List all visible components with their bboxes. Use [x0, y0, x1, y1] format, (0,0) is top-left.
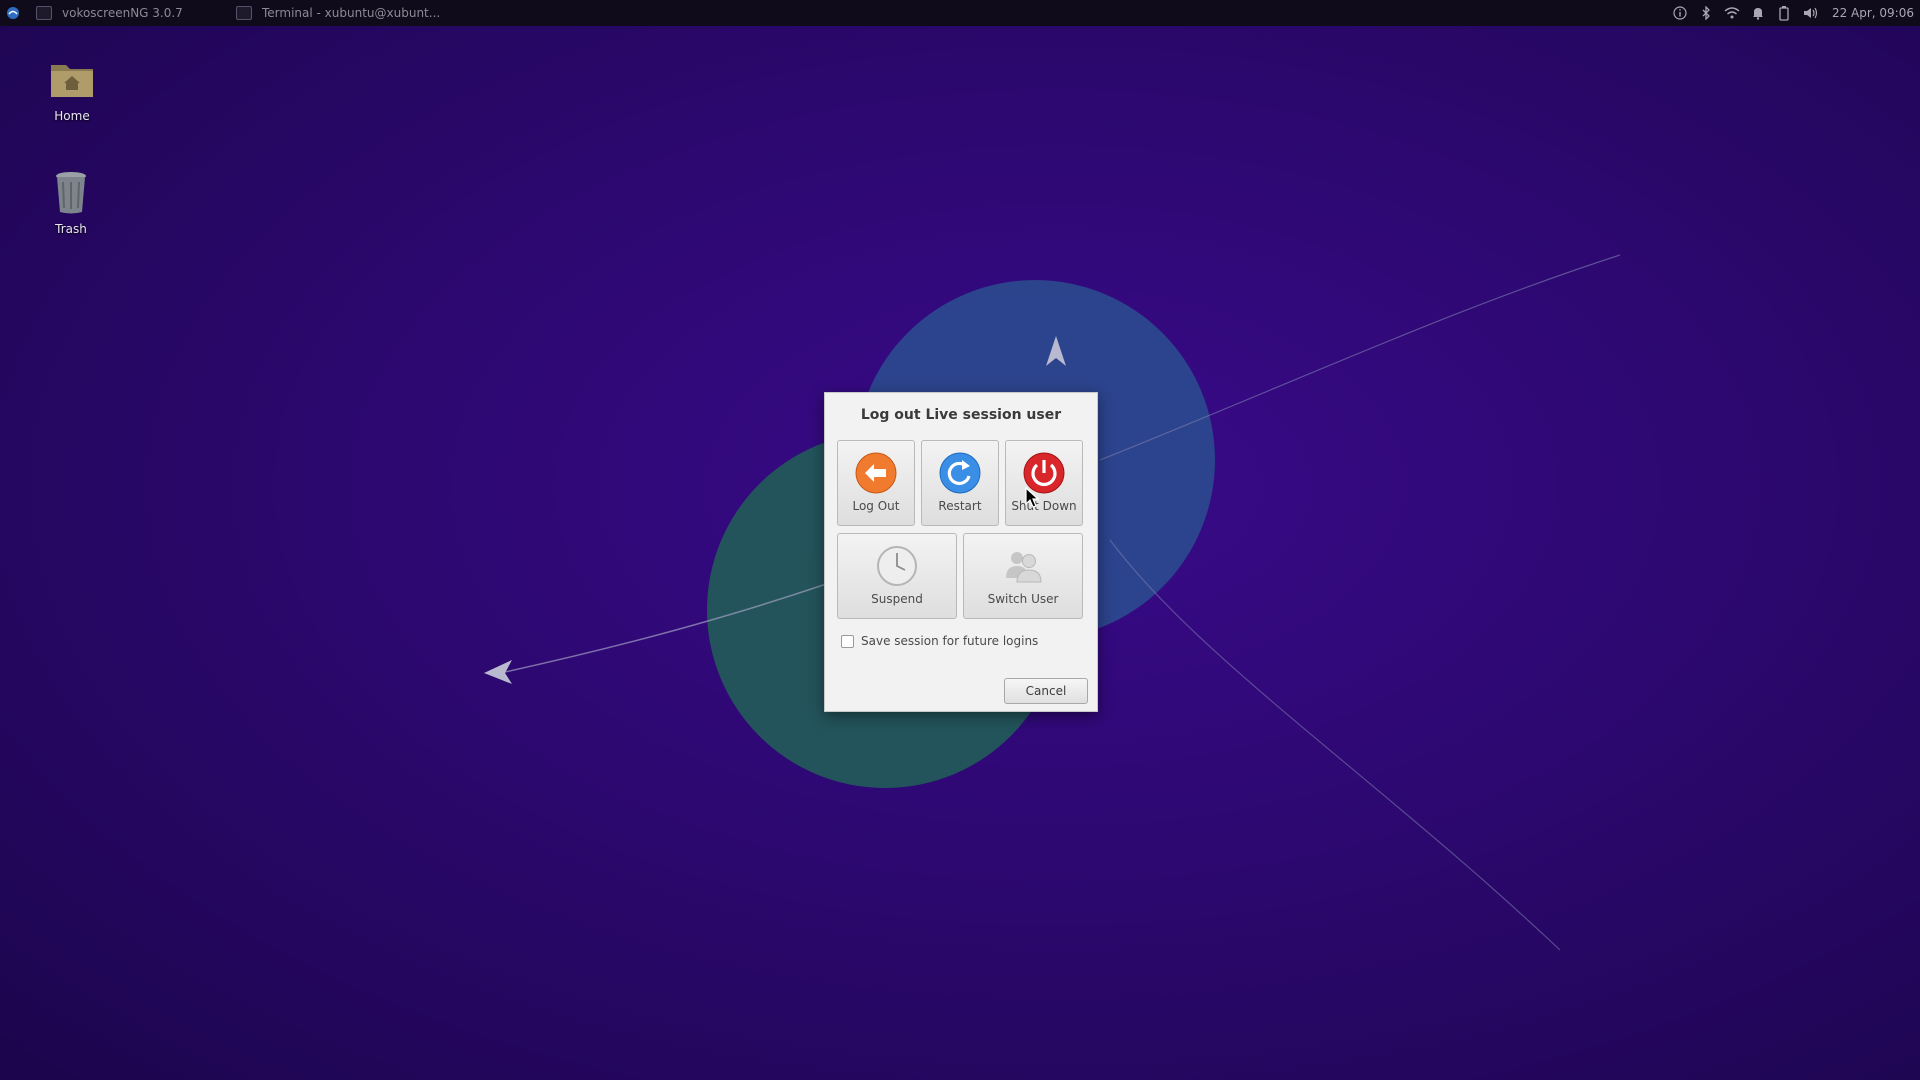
shut-down-button[interactable]: Shut Down	[1005, 440, 1083, 526]
logout-dialog: Log out Live session user Log Out Restar…	[824, 392, 1098, 712]
restart-icon	[938, 451, 982, 495]
desktop-icon-label: Home	[54, 109, 90, 123]
mouse-pointer-icon	[1025, 487, 1040, 508]
panel-clock[interactable]: 22 Apr, 09:06	[1832, 6, 1914, 20]
system-tray: 22 Apr, 09:06	[1672, 0, 1914, 26]
taskbar-item-terminal[interactable]: Terminal - xubuntu@xubunt...	[236, 0, 440, 26]
suspend-label: Suspend	[871, 592, 923, 606]
wallpaper-line	[1109, 539, 1561, 951]
taskbar-item-label: Terminal - xubuntu@xubunt...	[262, 6, 441, 20]
applications-menu-button[interactable]	[4, 0, 22, 26]
xubuntu-logo-icon	[7, 7, 19, 19]
battery-icon[interactable]	[1776, 5, 1792, 21]
shut-down-label: Shut Down	[1011, 499, 1077, 513]
home-folder-icon	[48, 55, 96, 103]
taskbar-item-vokoscreen[interactable]: vokoscreenNG 3.0.7	[36, 0, 183, 26]
users-icon	[1001, 544, 1045, 588]
cancel-button[interactable]: Cancel	[1004, 678, 1088, 704]
restart-button[interactable]: Restart	[921, 440, 999, 526]
log-out-button[interactable]: Log Out	[837, 440, 915, 526]
desktop-icon-home[interactable]: Home	[32, 55, 112, 123]
switch-user-button[interactable]: Switch User	[963, 533, 1083, 619]
save-session-checkbox[interactable]	[841, 634, 854, 648]
notification-bell-icon[interactable]	[1750, 5, 1766, 21]
suspend-button[interactable]: Suspend	[837, 533, 957, 619]
dialog-title: Log out Live session user	[860, 407, 1062, 423]
taskbar-item-label: vokoscreenNG 3.0.7	[62, 6, 183, 20]
video-camera-icon	[36, 6, 52, 20]
save-session-option[interactable]: Save session for future logins	[841, 634, 1038, 648]
bluetooth-icon[interactable]	[1698, 5, 1714, 21]
clock-icon	[875, 544, 919, 588]
top-panel: vokoscreenNG 3.0.7 Terminal - xubuntu@xu…	[0, 0, 1920, 26]
desktop-icon-trash[interactable]: Trash	[31, 168, 111, 236]
volume-icon[interactable]	[1802, 5, 1818, 21]
log-out-icon	[854, 451, 898, 495]
info-icon[interactable]	[1672, 5, 1688, 21]
save-session-label: Save session for future logins	[861, 634, 1039, 648]
log-out-label: Log Out	[852, 499, 900, 513]
wifi-icon[interactable]	[1724, 5, 1740, 21]
desktop-icon-label: Trash	[55, 222, 87, 236]
terminal-icon	[236, 6, 252, 20]
restart-label: Restart	[938, 499, 982, 513]
trash-icon	[47, 168, 95, 216]
switch-user-label: Switch User	[987, 592, 1059, 606]
